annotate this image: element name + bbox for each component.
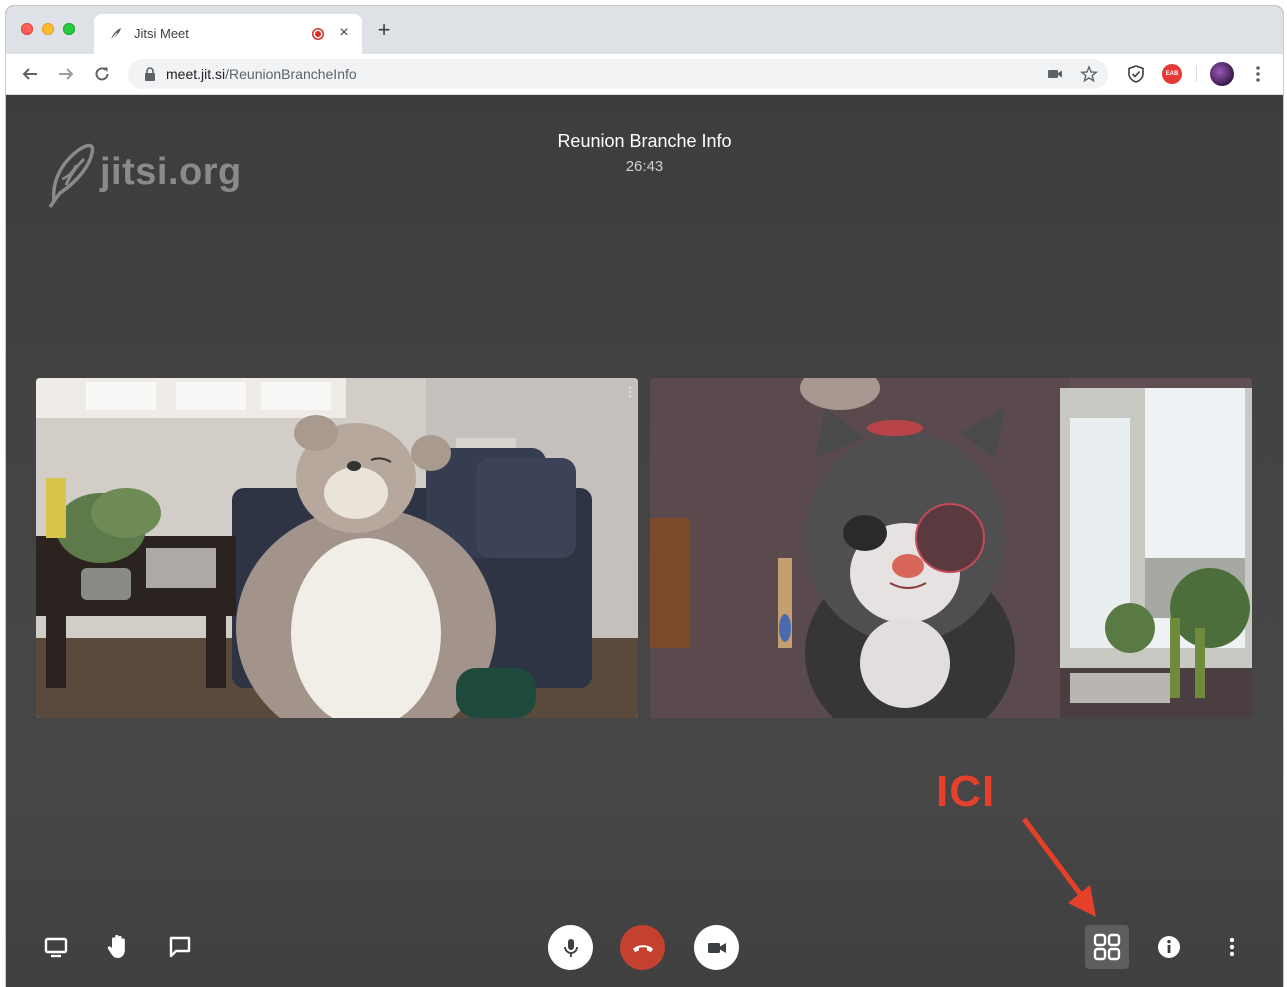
info-icon — [1158, 936, 1180, 958]
browser-window: Jitsi Meet × + meet.jit.si/ReunionBranch… — [6, 6, 1283, 987]
meeting-stage: jitsi.org Reunion Branche Info 26:43 ICI — [6, 95, 1283, 987]
hangup-icon — [632, 944, 653, 952]
camera-icon — [707, 942, 726, 953]
shield-icon[interactable] — [1126, 64, 1146, 84]
chat-icon — [169, 936, 191, 958]
arrow-right-icon — [59, 68, 74, 80]
url-text: meet.jit.si/ReunionBrancheInfo — [166, 66, 357, 82]
microphone-button[interactable] — [548, 925, 593, 970]
raise-hand-button[interactable] — [98, 923, 138, 971]
info-button[interactable] — [1149, 923, 1189, 971]
address-bar[interactable]: meet.jit.si/ReunionBrancheInfo — [128, 59, 1108, 89]
tile-view-icon — [1093, 933, 1121, 961]
profile-avatar[interactable] — [1210, 62, 1234, 86]
back-button[interactable] — [18, 62, 42, 86]
lock-icon — [145, 67, 155, 81]
extension-eab-button[interactable]: EAB — [1162, 64, 1182, 84]
tab-strip: Jitsi Meet × + — [6, 6, 1283, 54]
screen-share-button[interactable] — [36, 923, 76, 971]
camera-in-use-icon[interactable] — [1046, 65, 1064, 83]
url-path: /ReunionBrancheInfo — [225, 66, 357, 82]
more-vertical-icon — [1229, 937, 1235, 957]
url-domain: meet.jit.si — [166, 66, 226, 82]
meeting-title: Reunion Branche Info — [557, 131, 732, 151]
bookmark-star-icon[interactable] — [1080, 65, 1098, 83]
annotation-label: ICI — [936, 767, 996, 816]
tab-title: Jitsi Meet — [134, 26, 189, 41]
browser-menu-icon[interactable] — [1250, 64, 1266, 84]
maximize-window-button[interactable] — [63, 23, 75, 35]
arrow-left-icon — [22, 68, 37, 80]
browser-toolbar: meet.jit.si/ReunionBrancheInfo EAB — [6, 54, 1283, 95]
chat-button[interactable] — [160, 923, 200, 971]
jitsi-feather-icon — [110, 28, 121, 41]
video-feed — [650, 378, 1252, 718]
reload-icon — [95, 67, 109, 81]
screen-share-icon — [44, 937, 68, 958]
reload-button[interactable] — [90, 62, 114, 86]
tile-view-button[interactable] — [1085, 925, 1129, 969]
more-options-button[interactable] — [1212, 923, 1252, 971]
browser-tab-jitsi[interactable]: Jitsi Meet × — [94, 14, 362, 54]
microphone-icon — [563, 938, 578, 957]
toolbar-separator — [1196, 66, 1197, 82]
tab-close-icon[interactable]: × — [336, 25, 352, 41]
recording-dot-icon — [312, 28, 324, 40]
tile-more-icon[interactable] — [628, 386, 632, 398]
new-tab-button[interactable]: + — [374, 19, 394, 41]
annotation-arrow-icon — [1022, 817, 1096, 917]
participant-video-tile[interactable] — [36, 378, 638, 718]
video-feed — [36, 378, 638, 718]
meeting-timer: 26:43 — [625, 158, 664, 175]
minimize-window-button[interactable] — [42, 23, 54, 35]
raise-hand-icon — [107, 934, 125, 958]
camera-button[interactable] — [694, 925, 739, 970]
forward-button[interactable] — [54, 62, 78, 86]
close-window-button[interactable] — [21, 23, 33, 35]
hangup-button[interactable] — [620, 925, 665, 970]
participant-video-tile[interactable] — [650, 378, 1252, 718]
